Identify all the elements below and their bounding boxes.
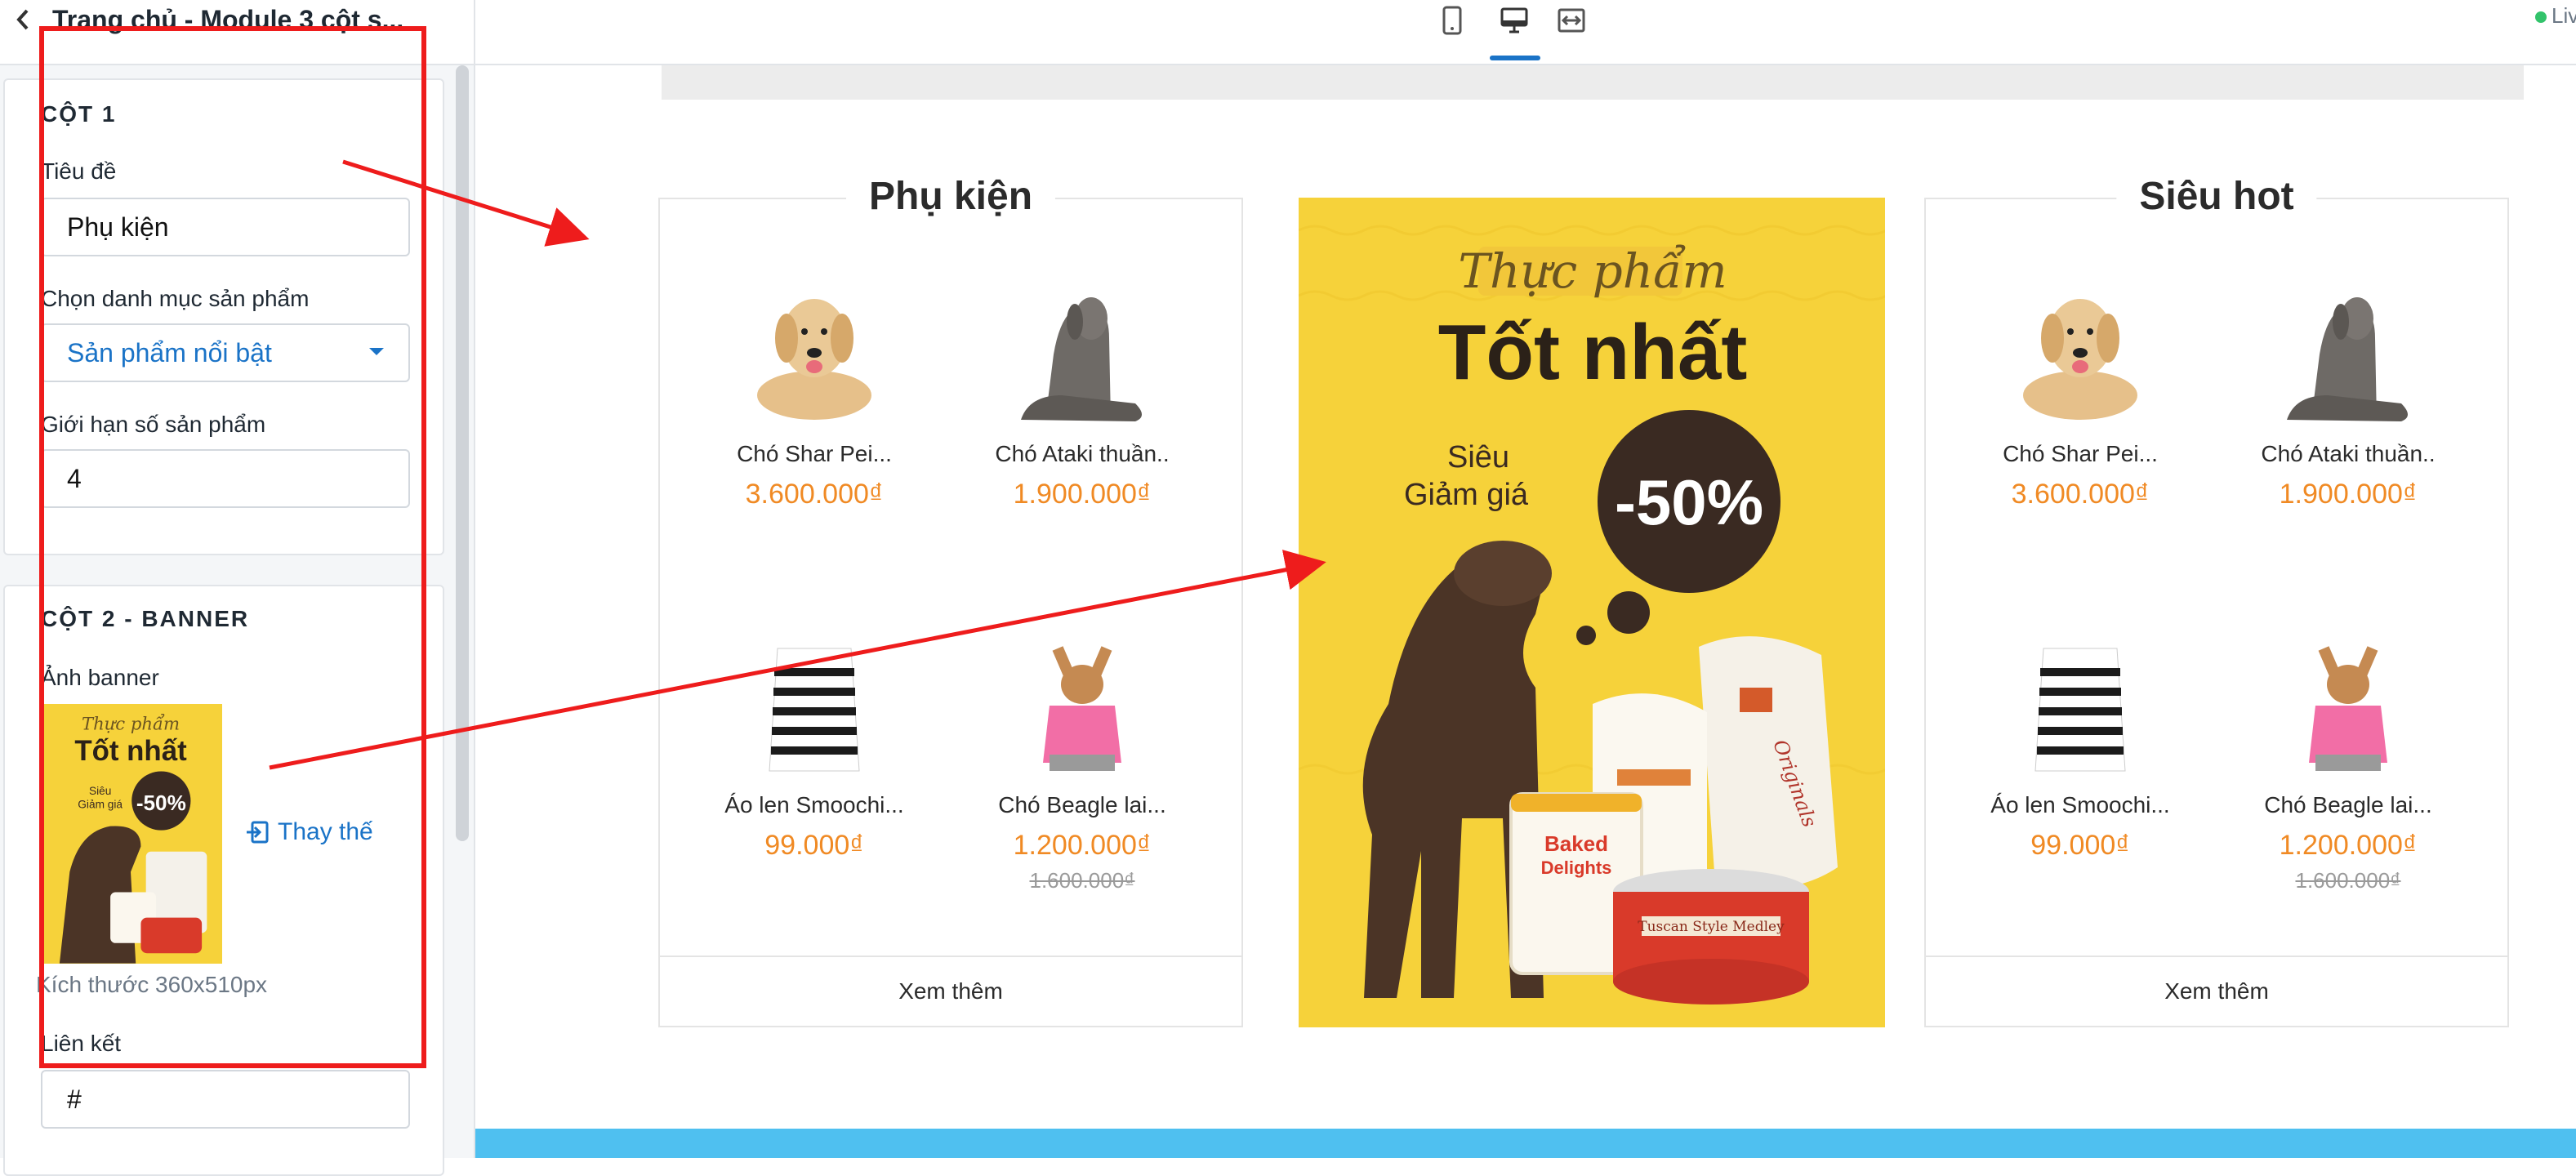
preview-toolbar: Live xyxy=(475,0,2576,65)
column-accessories: Chó Shar Pei... 3.600.000₫ Chó Ataki thu… xyxy=(658,198,1243,1027)
product-card[interactable]: Chó Shar Pei... 3.600.000₫ xyxy=(1945,265,2215,510)
banner-thumbnail-image: Thực phẩm Tốt nhất -50% Siêu Giảm giá xyxy=(39,704,222,964)
promo-banner[interactable]: Thực phẩm Tốt nhất Siêu Giảm giá -50% Or… xyxy=(1299,198,1885,1027)
svg-text:-50%: -50% xyxy=(1615,466,1763,538)
chevron-down-icon xyxy=(369,348,384,355)
svg-text:Tuscan Style Medley: Tuscan Style Medley xyxy=(1638,919,1785,935)
product-card[interactable]: Chó Ataki thuần.. 1.900.000₫ xyxy=(947,265,1217,510)
replace-image-button[interactable]: Thay thế xyxy=(245,813,373,851)
svg-text:Siêu: Siêu xyxy=(89,785,111,797)
banner-image-label: Ảnh banner xyxy=(41,665,159,690)
footer-strip xyxy=(475,1129,2576,1158)
desktop-icon xyxy=(1500,7,1528,33)
svg-text:Thực phẩm: Thực phẩm xyxy=(1458,243,1727,299)
product-price: 3.600.000₫ xyxy=(745,479,884,510)
column1-heading: CỘT 1 xyxy=(41,101,117,127)
product-card[interactable]: Áo len Smoochi... 99.000₫ xyxy=(1945,616,2215,862)
link-label: Liên kết xyxy=(41,1031,122,1056)
product-price: 1.200.000₫ xyxy=(1013,830,1152,861)
product-name[interactable]: Chó Ataki thuần.. xyxy=(947,441,1217,467)
back-button[interactable] xyxy=(5,0,41,39)
product-card[interactable]: Chó Ataki thuần.. 1.900.000₫ xyxy=(2213,265,2483,510)
product-card[interactable]: Chó Shar Pei... 3.600.000₫ xyxy=(680,265,949,510)
svg-text:Giảm giá: Giảm giá xyxy=(1404,478,1529,512)
svg-text:Thực phẩm: Thực phẩm xyxy=(82,713,180,733)
svg-text:-50%: -50% xyxy=(136,791,186,815)
sweater-image xyxy=(733,616,896,779)
product-price: 1.900.000₫ xyxy=(2279,479,2418,510)
product-name[interactable]: Áo len Smoochi... xyxy=(680,792,949,818)
product-name[interactable]: Chó Shar Pei... xyxy=(680,441,949,467)
status-dot xyxy=(2535,11,2547,23)
promo-banner-image: Thực phẩm Tốt nhất Siêu Giảm giá -50% Or… xyxy=(1299,198,1885,1027)
svg-text:Siêu: Siêu xyxy=(1447,440,1509,474)
chihuahua-image xyxy=(1001,616,1164,779)
limit-input[interactable]: 4 xyxy=(41,449,410,508)
column-hot: Chó Shar Pei... 3.600.000₫ Chó Ataki thu… xyxy=(1924,198,2509,1027)
product-name[interactable]: Chó Beagle lai... xyxy=(2213,792,2483,818)
product-price: 99.000₫ xyxy=(2030,830,2130,861)
svg-text:Tốt nhất: Tốt nhất xyxy=(74,735,187,767)
product-price: 3.600.000₫ xyxy=(2011,479,2150,510)
hero-image-strip xyxy=(662,65,2524,100)
mobile-view-button[interactable] xyxy=(1429,0,1475,41)
product-price: 99.000₫ xyxy=(764,830,864,861)
product-name[interactable]: Chó Ataki thuần.. xyxy=(2213,441,2483,467)
fullwidth-view-button[interactable] xyxy=(1549,0,1594,41)
grey-dog-image xyxy=(2266,265,2430,428)
category-label: Chọn danh mục sản phẩm xyxy=(41,286,310,311)
title-label: Tiêu đề xyxy=(41,158,117,184)
product-price: 1.200.000₫ xyxy=(2279,830,2418,861)
link-input[interactable]: # xyxy=(41,1070,410,1129)
chihuahua-image xyxy=(2266,616,2430,779)
status-label: Live xyxy=(2551,3,2576,28)
svg-text:Tốt nhất: Tốt nhất xyxy=(1438,309,1748,396)
sidebar-header: Trang chủ - Module 3 cột s... xyxy=(0,0,474,65)
svg-text:Giảm giá: Giảm giá xyxy=(78,798,123,810)
banner-size-hint: Kích thước 360x510px xyxy=(36,972,268,997)
product-name[interactable]: Chó Shar Pei... xyxy=(1945,441,2215,467)
column1-settings-card: CỘT 1 Tiêu đề Phụ kiện Chọn danh mục sản… xyxy=(3,78,444,555)
product-name[interactable]: Chó Beagle lai... xyxy=(947,792,1217,818)
svg-text:Baked: Baked xyxy=(1544,831,1608,856)
golden-dog-image xyxy=(1999,265,2162,428)
golden-dog-image xyxy=(733,265,896,428)
mobile-icon xyxy=(1442,6,1462,35)
category-select-value: Sản phẩm nổi bật xyxy=(67,338,272,368)
column-title: Phụ kiện xyxy=(845,168,1056,225)
desktop-view-button[interactable] xyxy=(1491,0,1537,41)
column-title: Siêu hot xyxy=(2116,168,2317,225)
column2-heading: CỘT 2 - BANNER xyxy=(41,606,250,631)
banner-thumbnail[interactable]: Thực phẩm Tốt nhất -50% Siêu Giảm giá xyxy=(39,704,222,964)
sweater-image xyxy=(1999,616,2162,779)
replace-image-label: Thay thế xyxy=(278,818,373,845)
limit-label: Giới hạn số sản phẩm xyxy=(41,412,266,437)
sidebar-title: Trang chủ - Module 3 cột s... xyxy=(52,5,404,34)
product-old-price: 1.600.000₫ xyxy=(1029,868,1135,893)
sidebar-scrollbar[interactable] xyxy=(456,65,469,841)
product-old-price: 1.600.000₫ xyxy=(2295,868,2401,893)
editor-sidebar: Trang chủ - Module 3 cột s... CỘT 1 Tiêu… xyxy=(0,0,475,1176)
category-select[interactable]: Sản phẩm nổi bật xyxy=(41,323,410,382)
product-card[interactable]: Chó Beagle lai... 1.200.000₫ 1.600.000₫ xyxy=(2213,616,2483,893)
chevron-left-icon xyxy=(16,9,29,30)
see-more-button[interactable]: Xem thêm xyxy=(660,956,1241,1026)
product-card[interactable]: Áo len Smoochi... 99.000₫ xyxy=(680,616,949,862)
product-name[interactable]: Áo len Smoochi... xyxy=(1945,792,2215,818)
svg-text:Delights: Delights xyxy=(1541,858,1612,878)
product-card[interactable]: Chó Beagle lai... 1.200.000₫ 1.600.000₫ xyxy=(947,616,1217,893)
active-view-indicator xyxy=(1490,56,1540,60)
import-icon xyxy=(247,821,269,844)
title-input[interactable]: Phụ kiện xyxy=(41,198,410,256)
see-more-button[interactable]: Xem thêm xyxy=(1926,956,2507,1026)
grey-dog-image xyxy=(1001,265,1164,428)
fullwidth-icon xyxy=(1558,8,1585,33)
product-price: 1.900.000₫ xyxy=(1013,479,1152,510)
